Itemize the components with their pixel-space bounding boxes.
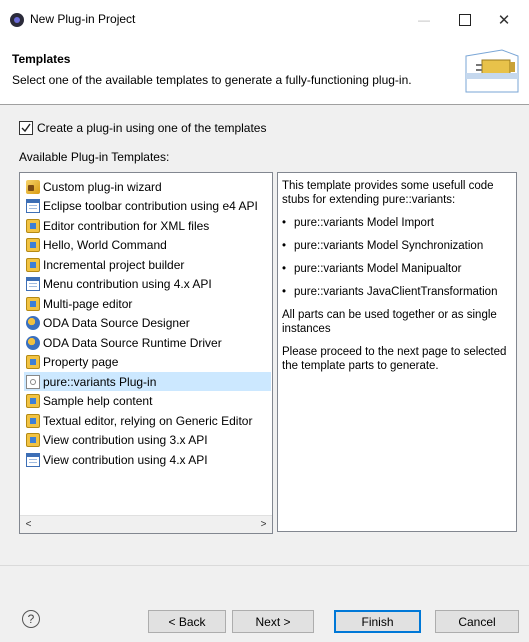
available-templates-label: Available Plug-in Templates: bbox=[19, 150, 170, 164]
use-template-checkbox[interactable] bbox=[19, 121, 33, 135]
help-icon[interactable]: ? bbox=[22, 610, 40, 628]
description-bullet-list: pure::variants Model Import pure::varian… bbox=[282, 216, 512, 299]
description-bullet: pure::variants Model Import bbox=[282, 216, 512, 230]
plugin-icon bbox=[26, 237, 40, 252]
list-item[interactable]: Textual editor, relying on Generic Edito… bbox=[26, 411, 264, 430]
window-icon bbox=[26, 276, 40, 291]
plugin-icon bbox=[26, 432, 40, 447]
page-description: Select one of the available templates to… bbox=[12, 73, 412, 87]
list-item[interactable]: Incremental project builder bbox=[26, 255, 264, 274]
template-description-panel: This template provides some usefull code… bbox=[277, 172, 517, 532]
back-button[interactable]: < Back bbox=[148, 610, 226, 633]
use-template-checkbox-row[interactable]: Create a plug-in using one of the templa… bbox=[19, 121, 266, 135]
list-item-selected[interactable]: pure::variants Plug-in bbox=[24, 372, 271, 391]
window-icon bbox=[26, 452, 40, 467]
list-item[interactable]: ODA Data Source Runtime Driver bbox=[26, 333, 264, 352]
plugin-icon bbox=[26, 257, 40, 272]
list-item[interactable]: Property page bbox=[26, 352, 264, 371]
list-item[interactable]: Eclipse toolbar contribution using e4 AP… bbox=[26, 196, 264, 215]
oda-icon bbox=[26, 335, 40, 350]
checkmark-icon bbox=[21, 123, 31, 133]
close-button[interactable]: ✕ bbox=[486, 6, 522, 34]
finish-button[interactable]: Finish bbox=[334, 610, 421, 633]
description-paragraph: Please proceed to the next page to selec… bbox=[282, 346, 507, 372]
list-item[interactable]: ODA Data Source Designer bbox=[26, 313, 264, 332]
description-bullet: pure::variants JavaClientTransformation bbox=[282, 285, 512, 299]
description-intro: This template provides some usefull code… bbox=[282, 180, 494, 206]
description-paragraph: All parts can be used together or as sin… bbox=[282, 309, 497, 335]
title-bar: New Plug-in Project — ✕ bbox=[0, 0, 529, 40]
plugin-icon bbox=[26, 413, 40, 428]
scroll-left-arrow-icon[interactable]: < bbox=[20, 516, 37, 533]
page-title: Templates bbox=[12, 52, 71, 66]
horizontal-scrollbar[interactable]: < > bbox=[20, 515, 272, 533]
list-item[interactable]: Editor contribution for XML files bbox=[26, 216, 264, 235]
window-icon bbox=[26, 198, 40, 213]
pure-variants-icon bbox=[26, 374, 40, 389]
templates-list[interactable]: Custom plug-in wizard Eclipse toolbar co… bbox=[19, 172, 273, 534]
list-item[interactable]: View contribution using 4.x API bbox=[26, 450, 264, 469]
minimize-button[interactable]: — bbox=[406, 6, 442, 34]
description-bullet: pure::variants Model Synchronization bbox=[282, 239, 512, 253]
plugin-wizard-banner-icon bbox=[465, 49, 519, 93]
next-button[interactable]: Next > bbox=[232, 610, 314, 633]
wizard-icon bbox=[26, 179, 40, 194]
plugin-icon bbox=[26, 354, 40, 369]
list-item[interactable]: View contribution using 3.x API bbox=[26, 430, 264, 449]
content-area: Create a plug-in using one of the templa… bbox=[0, 105, 529, 565]
list-item[interactable]: Multi-page editor bbox=[26, 294, 264, 313]
description-bullet: pure::variants Model Manipualtor bbox=[282, 262, 512, 276]
plugin-icon bbox=[26, 393, 40, 408]
list-item[interactable]: Menu contribution using 4.x API bbox=[26, 274, 264, 293]
button-bar: ? < Back Next > Finish Cancel bbox=[0, 565, 529, 642]
cancel-button[interactable]: Cancel bbox=[435, 610, 519, 633]
eclipse-icon bbox=[10, 13, 24, 27]
list-item[interactable]: Custom plug-in wizard bbox=[26, 177, 264, 196]
use-template-label: Create a plug-in using one of the templa… bbox=[37, 121, 267, 135]
plugin-icon bbox=[26, 218, 40, 233]
oda-icon bbox=[26, 315, 40, 330]
list-item[interactable]: Sample help content bbox=[26, 391, 264, 410]
plugin-icon bbox=[26, 296, 40, 311]
list-item[interactable]: Hello, World Command bbox=[26, 235, 264, 254]
scroll-right-arrow-icon[interactable]: > bbox=[255, 516, 272, 533]
maximize-icon bbox=[459, 14, 471, 26]
maximize-button[interactable] bbox=[447, 6, 483, 34]
wizard-banner: Templates Select one of the available te… bbox=[0, 40, 529, 105]
window-title: New Plug-in Project bbox=[30, 12, 136, 26]
